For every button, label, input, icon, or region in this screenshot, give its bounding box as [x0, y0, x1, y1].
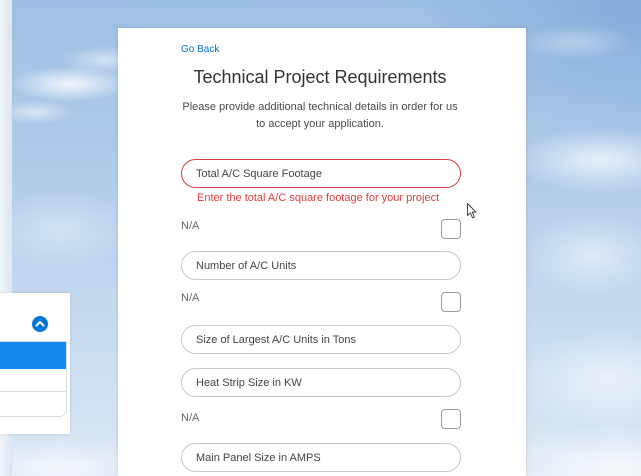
requirements-card: Go Back Technical Project Requirements P… [118, 28, 526, 476]
na-label: N/A [181, 220, 200, 232]
page-description: Please provide additional technical deta… [118, 99, 522, 133]
na-checkbox[interactable] [441, 219, 461, 239]
heat-strip-size-input[interactable] [181, 368, 461, 397]
go-back-link[interactable]: Go Back [181, 44, 219, 56]
dropdown-option-selected[interactable] [0, 342, 66, 369]
na-checkbox[interactable] [441, 409, 461, 429]
dropdown-list [0, 341, 67, 417]
na-label: N/A [181, 292, 200, 304]
page-title: Technical Project Requirements [193, 67, 447, 87]
square-footage-error-message: Enter the total A/C square footage for y… [197, 192, 440, 204]
description-line: Please provide additional technical deta… [182, 101, 458, 113]
chevron-up-icon [35, 321, 45, 327]
description-line: to accept your application. [256, 118, 384, 130]
largest-ac-unit-size-input[interactable] [181, 325, 461, 354]
mouse-cursor-icon [467, 203, 477, 219]
dropdown-option[interactable] [0, 369, 66, 392]
na-checkbox[interactable] [441, 292, 461, 312]
side-dropdown-panel [0, 293, 70, 434]
total-ac-square-footage-input[interactable] [181, 159, 461, 188]
collapse-toggle-button[interactable] [32, 316, 48, 332]
number-of-ac-units-input[interactable] [181, 251, 461, 280]
na-label: N/A [181, 412, 200, 424]
main-panel-size-input[interactable] [181, 443, 461, 472]
